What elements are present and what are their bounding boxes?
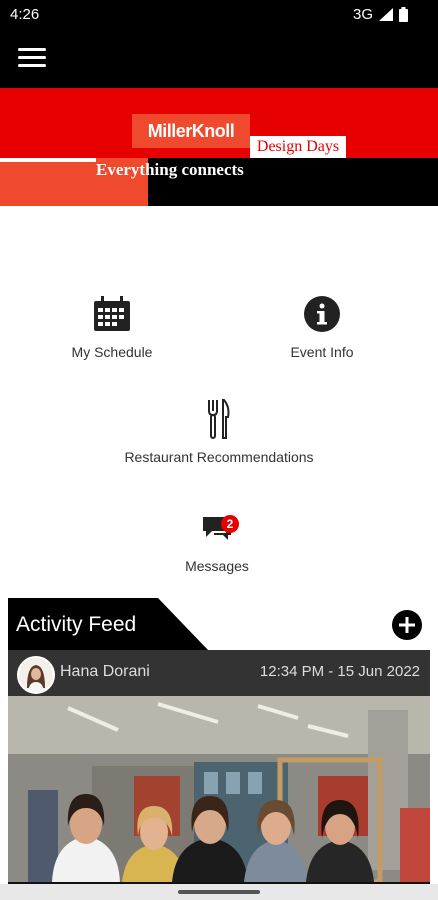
plus-circle-icon[interactable] — [392, 610, 422, 640]
post-header[interactable]: Hana Dorani 12:34 PM - 15 Jun 2022 — [8, 650, 430, 696]
banner-stripe — [0, 158, 96, 162]
info-icon — [302, 294, 342, 334]
feed-header: Activity Feed — [8, 598, 430, 650]
utensils-icon — [199, 399, 239, 439]
tile-label-event-info: Event Info — [290, 344, 354, 360]
network-type: 3G — [352, 6, 373, 23]
tile-label-messages: Messages — [185, 558, 249, 574]
tile-my-schedule[interactable]: My Schedule — [52, 294, 172, 360]
design-days-label: Design Days — [250, 136, 346, 158]
signal-icon — [379, 8, 393, 21]
activity-feed: Activity Feed Hana Dorani 12:34 PM - 15 … — [8, 598, 430, 900]
tile-label-restaurant-recommendations: Restaurant Recommendations — [124, 449, 314, 465]
calendar-icon — [92, 294, 132, 334]
battery-icon — [399, 7, 408, 22]
hamburger-menu-icon[interactable] — [18, 48, 46, 72]
home-gesture-handle[interactable] — [178, 890, 260, 894]
status-indicators: 3G — [353, 6, 408, 23]
tile-label-my-schedule: My Schedule — [71, 344, 153, 360]
group-photo — [8, 696, 430, 882]
post-author[interactable]: Hana Dorani — [60, 663, 150, 681]
post-timestamp: 12:34 PM - 15 Jun 2022 — [259, 663, 420, 680]
event-banner: MillerKnoll Design Days Everything conne… — [0, 88, 438, 206]
tile-messages[interactable]: 2 Messages — [157, 508, 277, 574]
system-nav-bar — [0, 884, 438, 900]
app-bar — [0, 30, 438, 88]
chat-bubbles-icon: 2 — [197, 508, 239, 548]
post-photo[interactable] — [8, 696, 430, 882]
millerknoll-logo: MillerKnoll — [132, 114, 250, 148]
banner-tagline: Everything connects — [96, 160, 244, 179]
status-bar: 4:26 3G — [0, 0, 438, 30]
tile-restaurant-recommendations[interactable]: Restaurant Recommendations — [109, 399, 329, 465]
avatar[interactable] — [17, 656, 55, 694]
tile-event-info[interactable]: Event Info — [262, 294, 382, 360]
feed-title: Activity Feed — [16, 613, 137, 636]
status-time: 4:26 — [10, 6, 40, 23]
messages-badge: 2 — [221, 515, 239, 533]
